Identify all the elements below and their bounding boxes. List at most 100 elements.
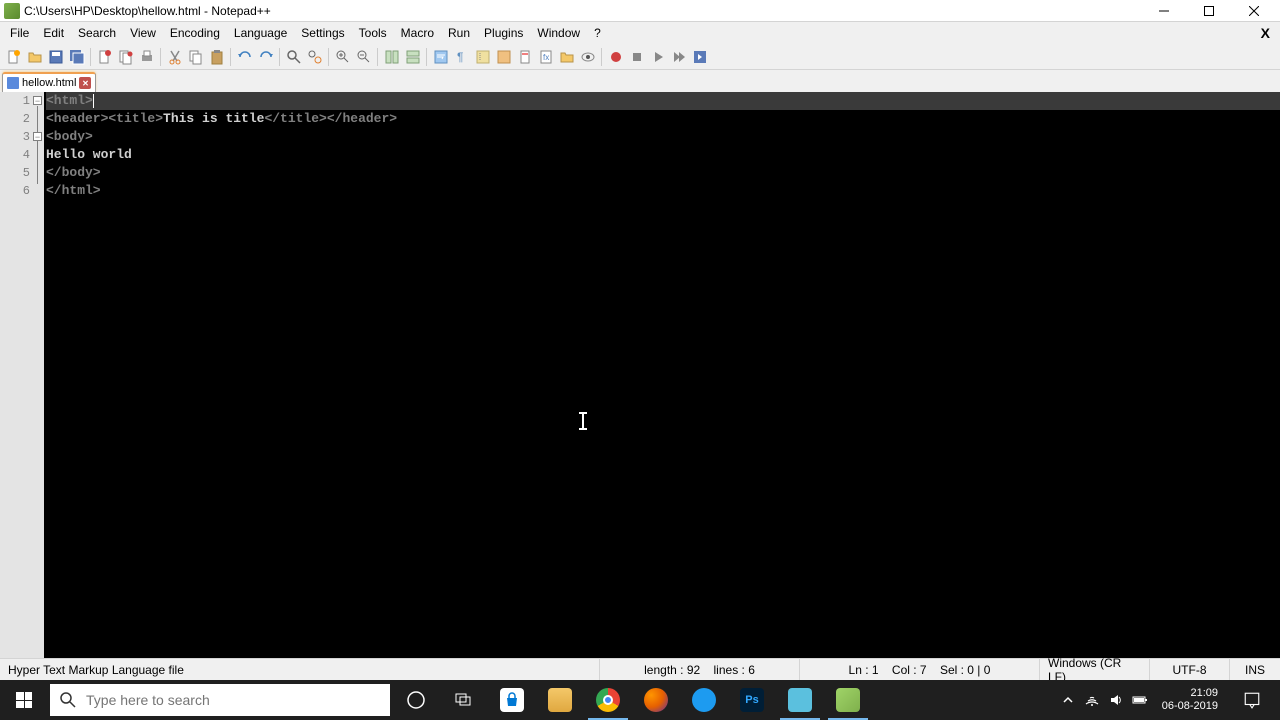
menu-macro[interactable]: Macro bbox=[395, 24, 440, 42]
file-icon bbox=[7, 77, 19, 89]
macro-play-icon[interactable] bbox=[648, 47, 668, 67]
copy-icon[interactable] bbox=[186, 47, 206, 67]
taskbar-app-notepad[interactable] bbox=[776, 680, 824, 720]
close-button[interactable] bbox=[1231, 0, 1276, 22]
editor[interactable]: 123456 − − <html><header><title>This is … bbox=[0, 92, 1280, 658]
sync-v-icon[interactable] bbox=[382, 47, 402, 67]
status-position: Ln : 1 Col : 7 Sel : 0 | 0 bbox=[800, 659, 1040, 680]
macro-save-icon[interactable] bbox=[690, 47, 710, 67]
indent-guide-icon[interactable] bbox=[473, 47, 493, 67]
tab-close-icon[interactable]: ✕ bbox=[79, 77, 91, 89]
menu-plugins[interactable]: Plugins bbox=[478, 24, 529, 42]
close-all-icon[interactable] bbox=[116, 47, 136, 67]
save-icon[interactable] bbox=[46, 47, 66, 67]
taskbar-app-explorer[interactable] bbox=[536, 680, 584, 720]
user-lang-icon[interactable] bbox=[494, 47, 514, 67]
minimize-button[interactable] bbox=[1141, 0, 1186, 22]
menu-encoding[interactable]: Encoding bbox=[164, 24, 226, 42]
tabbar: hellow.html ✕ bbox=[0, 70, 1280, 92]
tray-chevron-up-icon[interactable] bbox=[1060, 692, 1076, 708]
menu-file[interactable]: File bbox=[4, 24, 35, 42]
statusbar: Hyper Text Markup Language file length :… bbox=[0, 658, 1280, 680]
status-mode[interactable]: INS bbox=[1230, 659, 1280, 680]
file-tab[interactable]: hellow.html ✕ bbox=[2, 72, 96, 92]
macro-stop-icon[interactable] bbox=[627, 47, 647, 67]
tray-network-icon[interactable] bbox=[1084, 692, 1100, 708]
open-file-icon[interactable] bbox=[25, 47, 45, 67]
start-button[interactable] bbox=[0, 680, 48, 720]
toolbar: ¶ fx bbox=[0, 44, 1280, 70]
status-filetype: Hyper Text Markup Language file bbox=[0, 659, 600, 680]
function-list-icon[interactable]: fx bbox=[536, 47, 556, 67]
macro-record-icon[interactable] bbox=[606, 47, 626, 67]
menu-window[interactable]: Window bbox=[531, 24, 586, 42]
toolbar-separator bbox=[230, 48, 232, 66]
code-line[interactable]: </body> bbox=[46, 164, 1280, 182]
zoom-out-icon[interactable] bbox=[354, 47, 374, 67]
menu-tools[interactable]: Tools bbox=[353, 24, 393, 42]
find-icon[interactable] bbox=[284, 47, 304, 67]
code-content[interactable]: <html><header><title>This is title</titl… bbox=[44, 92, 1280, 658]
taskbar-clock[interactable]: 21:09 06-08-2019 bbox=[1156, 687, 1224, 713]
status-encoding[interactable]: UTF-8 bbox=[1150, 659, 1230, 680]
notification-center-icon[interactable] bbox=[1232, 680, 1272, 720]
toolbar-separator bbox=[90, 48, 92, 66]
doc-map-icon[interactable] bbox=[515, 47, 535, 67]
folder-workspace-icon[interactable] bbox=[557, 47, 577, 67]
menu-edit[interactable]: Edit bbox=[37, 24, 70, 42]
replace-icon[interactable] bbox=[305, 47, 325, 67]
menu-run[interactable]: Run bbox=[442, 24, 476, 42]
taskbar-app-chrome[interactable] bbox=[584, 680, 632, 720]
taskbar-app-notepadpp[interactable] bbox=[824, 680, 872, 720]
taskbar-app-generic-blue[interactable] bbox=[680, 680, 728, 720]
zoom-in-icon[interactable] bbox=[333, 47, 353, 67]
menu-search[interactable]: Search bbox=[72, 24, 122, 42]
paste-icon[interactable] bbox=[207, 47, 227, 67]
taskbar-app-store[interactable] bbox=[488, 680, 536, 720]
line-number: 6 bbox=[0, 182, 44, 200]
maximize-button[interactable] bbox=[1186, 0, 1231, 22]
fold-line bbox=[37, 106, 38, 184]
taskbar-app-photoshop[interactable]: Ps bbox=[728, 680, 776, 720]
search-input[interactable] bbox=[86, 692, 380, 708]
code-line[interactable]: <html> bbox=[46, 92, 1280, 110]
undo-icon[interactable] bbox=[235, 47, 255, 67]
code-line[interactable]: <header><title>This is title</title></he… bbox=[46, 110, 1280, 128]
toolbar-separator bbox=[328, 48, 330, 66]
code-line[interactable]: Hello world bbox=[46, 146, 1280, 164]
menu-language[interactable]: Language bbox=[228, 24, 293, 42]
cut-icon[interactable] bbox=[165, 47, 185, 67]
window-title: C:\Users\HP\Desktop\hellow.html - Notepa… bbox=[24, 4, 1141, 18]
macro-play-multi-icon[interactable] bbox=[669, 47, 689, 67]
code-line[interactable]: <body> bbox=[46, 128, 1280, 146]
show-all-chars-icon[interactable]: ¶ bbox=[452, 47, 472, 67]
menu-settings[interactable]: Settings bbox=[295, 24, 350, 42]
close-document-button[interactable]: X bbox=[1255, 25, 1276, 41]
svg-text:fx: fx bbox=[543, 53, 549, 62]
toolbar-separator bbox=[160, 48, 162, 66]
status-eol[interactable]: Windows (CR LF) bbox=[1040, 659, 1150, 680]
cortana-icon[interactable] bbox=[392, 680, 440, 720]
task-view-icon[interactable] bbox=[440, 680, 488, 720]
save-all-icon[interactable] bbox=[67, 47, 87, 67]
menu-view[interactable]: View bbox=[124, 24, 162, 42]
wordwrap-icon[interactable] bbox=[431, 47, 451, 67]
taskbar: Ps 21:09 06-08-2019 bbox=[0, 680, 1280, 720]
taskbar-search[interactable] bbox=[50, 684, 390, 716]
code-line[interactable]: </html> bbox=[46, 182, 1280, 200]
search-icon bbox=[60, 692, 76, 708]
tray-battery-icon[interactable] bbox=[1132, 692, 1148, 708]
fold-minus-icon[interactable]: − bbox=[33, 96, 42, 105]
sync-h-icon[interactable] bbox=[403, 47, 423, 67]
fold-minus-icon[interactable]: − bbox=[33, 132, 42, 141]
menu-help[interactable]: ? bbox=[588, 24, 607, 42]
text-cursor-icon bbox=[582, 412, 584, 430]
close-file-icon[interactable] bbox=[95, 47, 115, 67]
taskbar-app-firefox[interactable] bbox=[632, 680, 680, 720]
print-icon[interactable] bbox=[137, 47, 157, 67]
system-tray: 21:09 06-08-2019 bbox=[1052, 680, 1280, 720]
tray-volume-icon[interactable] bbox=[1108, 692, 1124, 708]
redo-icon[interactable] bbox=[256, 47, 276, 67]
new-file-icon[interactable] bbox=[4, 47, 24, 67]
monitor-icon[interactable] bbox=[578, 47, 598, 67]
